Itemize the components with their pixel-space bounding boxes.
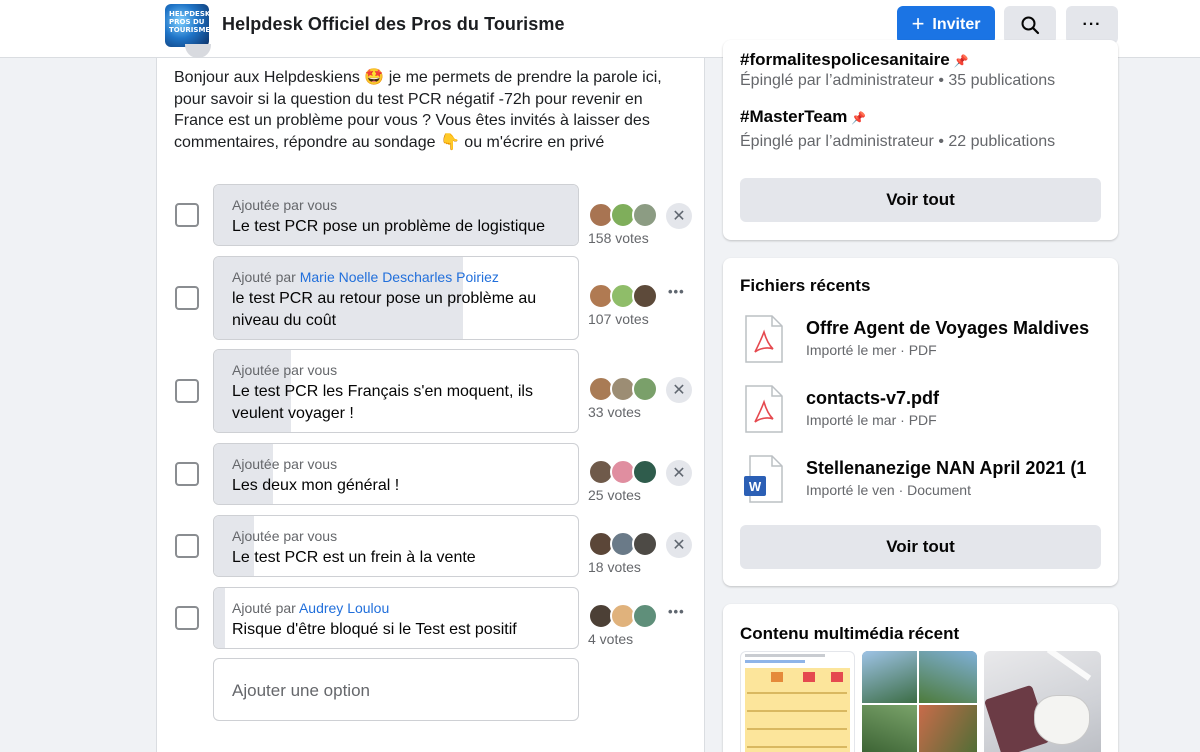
vote-count[interactable]: 33 votes bbox=[588, 404, 641, 420]
poll-option[interactable]: Ajoutée par vous Le test PCR est un frein… bbox=[213, 515, 579, 577]
poll-option-checkbox[interactable] bbox=[175, 462, 199, 486]
file-item[interactable]: W Stellenanezige NAN April 2021 (1 Impor… bbox=[740, 454, 1101, 514]
add-option-placeholder: Ajouter une option bbox=[232, 681, 370, 700]
file-meta: Importé le ven · Document bbox=[806, 482, 971, 498]
media-thumbnail-document[interactable] bbox=[740, 651, 855, 752]
post-text: Bonjour aux Helpdeskiens 🤩 je me permets… bbox=[174, 69, 662, 151]
group-title[interactable]: Helpdesk Officiel des Pros du Tourisme bbox=[222, 14, 565, 35]
poll-option-author-link[interactable]: Marie Noelle Descharles Poiriez bbox=[300, 269, 499, 285]
poll-option[interactable]: Ajouté par Audrey Loulou Risque d'être bl… bbox=[213, 587, 579, 649]
group-cover-thumbnail[interactable]: HELPDESK PROS DU TOURISME bbox=[165, 4, 209, 47]
hashtag-item[interactable]: #formalitespolicesanitaire 📌 bbox=[740, 50, 969, 70]
voter-avatar bbox=[632, 202, 658, 228]
poll-option-text: le test PCR au retour pose un problème a… bbox=[232, 290, 537, 329]
voter-avatars[interactable] bbox=[588, 376, 658, 402]
media-thumbnail-landscape[interactable] bbox=[862, 651, 977, 752]
poll-option-added-by: Ajoutée par vous bbox=[232, 362, 338, 378]
more-icon: ··· bbox=[1082, 16, 1102, 33]
plus-icon: + bbox=[911, 11, 925, 36]
vote-count[interactable]: 18 votes bbox=[588, 559, 641, 575]
group-thumb-text: HELPDESK PROS DU TOURISME bbox=[169, 10, 209, 34]
poll-option-checkbox[interactable] bbox=[175, 379, 199, 403]
media-thumbnail-travel[interactable] bbox=[984, 651, 1101, 752]
poll-option-row: Ajoutée par vous Le test PCR les Français… bbox=[156, 349, 705, 433]
poll-option-checkbox[interactable] bbox=[175, 203, 199, 227]
see-all-hashtags-button[interactable]: Voir tout bbox=[740, 178, 1101, 222]
option-more-icon[interactable]: ••• bbox=[668, 604, 685, 619]
remove-option-close-icon[interactable]: ✕ bbox=[666, 377, 692, 403]
poll-option-added-by: Ajoutée par vous bbox=[232, 197, 338, 213]
poll-option-added-by: Ajouté par Audrey Loulou bbox=[232, 600, 390, 616]
file-name: Offre Agent de Voyages Maldives bbox=[806, 318, 1090, 338]
poll-option[interactable]: Ajoutée par vous Le test PCR pose un prob… bbox=[213, 184, 579, 246]
voter-avatars[interactable] bbox=[588, 459, 658, 485]
remove-option-close-icon[interactable]: ✕ bbox=[666, 203, 692, 229]
invite-label: Inviter bbox=[932, 16, 981, 33]
vote-count[interactable]: 25 votes bbox=[588, 487, 641, 503]
voter-avatars[interactable] bbox=[588, 283, 658, 309]
poll-option-row: Ajouté par Marie Noelle Descharles Poiri… bbox=[156, 256, 705, 340]
poll-option[interactable]: Ajouté par Marie Noelle Descharles Poiri… bbox=[213, 256, 579, 340]
vote-count[interactable]: 158 votes bbox=[588, 230, 649, 246]
invite-button[interactable]: + Inviter bbox=[897, 6, 995, 44]
file-name: Stellenanezige NAN April 2021 (1 bbox=[806, 458, 1087, 478]
word-file-icon: W bbox=[744, 455, 783, 503]
poll-option-row: Ajoutée par vous Le test PCR est un frein… bbox=[156, 515, 705, 577]
file-meta: Importé le mer · PDF bbox=[806, 342, 937, 358]
remove-option-close-icon[interactable]: ✕ bbox=[666, 532, 692, 558]
pin-icon: 📌 bbox=[953, 54, 969, 68]
remove-option-close-icon[interactable]: ✕ bbox=[666, 460, 692, 486]
vote-count[interactable]: 107 votes bbox=[588, 311, 649, 327]
poll-option-checkbox[interactable] bbox=[175, 286, 199, 310]
voter-avatars[interactable] bbox=[588, 202, 658, 228]
file-item[interactable]: Offre Agent de Voyages Maldives Importé … bbox=[740, 314, 1101, 374]
poll-option-row: Ajouté par Audrey Loulou Risque d'être bl… bbox=[156, 587, 705, 649]
poll-option-added-by: Ajoutée par vous bbox=[232, 528, 338, 544]
poll-option-checkbox[interactable] bbox=[175, 606, 199, 630]
svg-text:W: W bbox=[749, 479, 762, 494]
voter-avatar bbox=[632, 283, 658, 309]
hashtag-subtitle: Épinglé par l’administrateur • 22 public… bbox=[740, 133, 1056, 150]
poll-option-text: Les deux mon général ! bbox=[232, 477, 400, 494]
option-more-icon[interactable]: ••• bbox=[668, 284, 685, 299]
search-icon bbox=[1021, 16, 1040, 35]
poll-option-author-link[interactable]: Audrey Loulou bbox=[299, 600, 389, 616]
voter-avatar bbox=[632, 603, 658, 629]
recent-files-card: Fichiers récents Offre Agent de Voyages … bbox=[723, 258, 1118, 586]
search-button[interactable] bbox=[1004, 6, 1056, 44]
poll-option-text: Le test PCR est un frein à la vente bbox=[232, 549, 476, 566]
add-option-input[interactable]: Ajouter une option bbox=[213, 658, 579, 721]
voter-avatar bbox=[632, 459, 658, 485]
file-item[interactable]: contacts-v7.pdf Importé le mar · PDF bbox=[740, 384, 1101, 444]
poll-option-text: Le test PCR pose un problème de logistiq… bbox=[232, 218, 546, 235]
voter-avatar bbox=[632, 376, 658, 402]
poll-option-text: Risque d'être bloqué si le Test est posi… bbox=[232, 621, 517, 638]
pdf-file-icon bbox=[745, 385, 783, 433]
more-options-button[interactable]: ··· bbox=[1066, 6, 1118, 44]
poll-option[interactable]: Ajoutée par vous Les deux mon général ! bbox=[213, 443, 579, 505]
see-all-files-button[interactable]: Voir tout bbox=[740, 525, 1101, 569]
poll-option[interactable]: Ajoutée par vous Le test PCR les Français… bbox=[213, 349, 579, 433]
hashtag-subtitle: Épinglé par l’administrateur • 35 public… bbox=[740, 72, 1056, 89]
poll-option-added-by: Ajoutée par vous bbox=[232, 456, 338, 472]
poll-option-row: Ajoutée par vous Les deux mon général ! 25… bbox=[156, 443, 705, 505]
poll-option-added-by: Ajouté par Marie Noelle Descharles Poiri… bbox=[232, 269, 499, 285]
pin-icon: 📌 bbox=[851, 111, 867, 125]
recent-media-card: Contenu multimédia récent bbox=[723, 604, 1118, 752]
voter-avatar bbox=[632, 531, 658, 557]
recent-files-title: Fichiers récents bbox=[740, 276, 871, 295]
poll-option-text: Le test PCR les Français s'en moquent, i… bbox=[232, 383, 533, 422]
poll-option-checkbox[interactable] bbox=[175, 534, 199, 558]
voter-avatars[interactable] bbox=[588, 531, 658, 557]
poll-option-row: Ajoutée par vous Le test PCR pose un prob… bbox=[156, 184, 705, 246]
voter-avatars[interactable] bbox=[588, 603, 658, 629]
pdf-file-icon bbox=[745, 315, 783, 363]
hashtag-item[interactable]: #MasterTeam 📌 bbox=[740, 107, 866, 127]
file-meta: Importé le mar · PDF bbox=[806, 412, 937, 428]
pinned-hashtags-card: #formalitespolicesanitaire 📌 Épinglé par … bbox=[723, 40, 1118, 240]
recent-media-title: Contenu multimédia récent bbox=[740, 624, 960, 643]
vote-count[interactable]: 4 votes bbox=[588, 631, 633, 647]
file-name: contacts-v7.pdf bbox=[806, 388, 940, 408]
